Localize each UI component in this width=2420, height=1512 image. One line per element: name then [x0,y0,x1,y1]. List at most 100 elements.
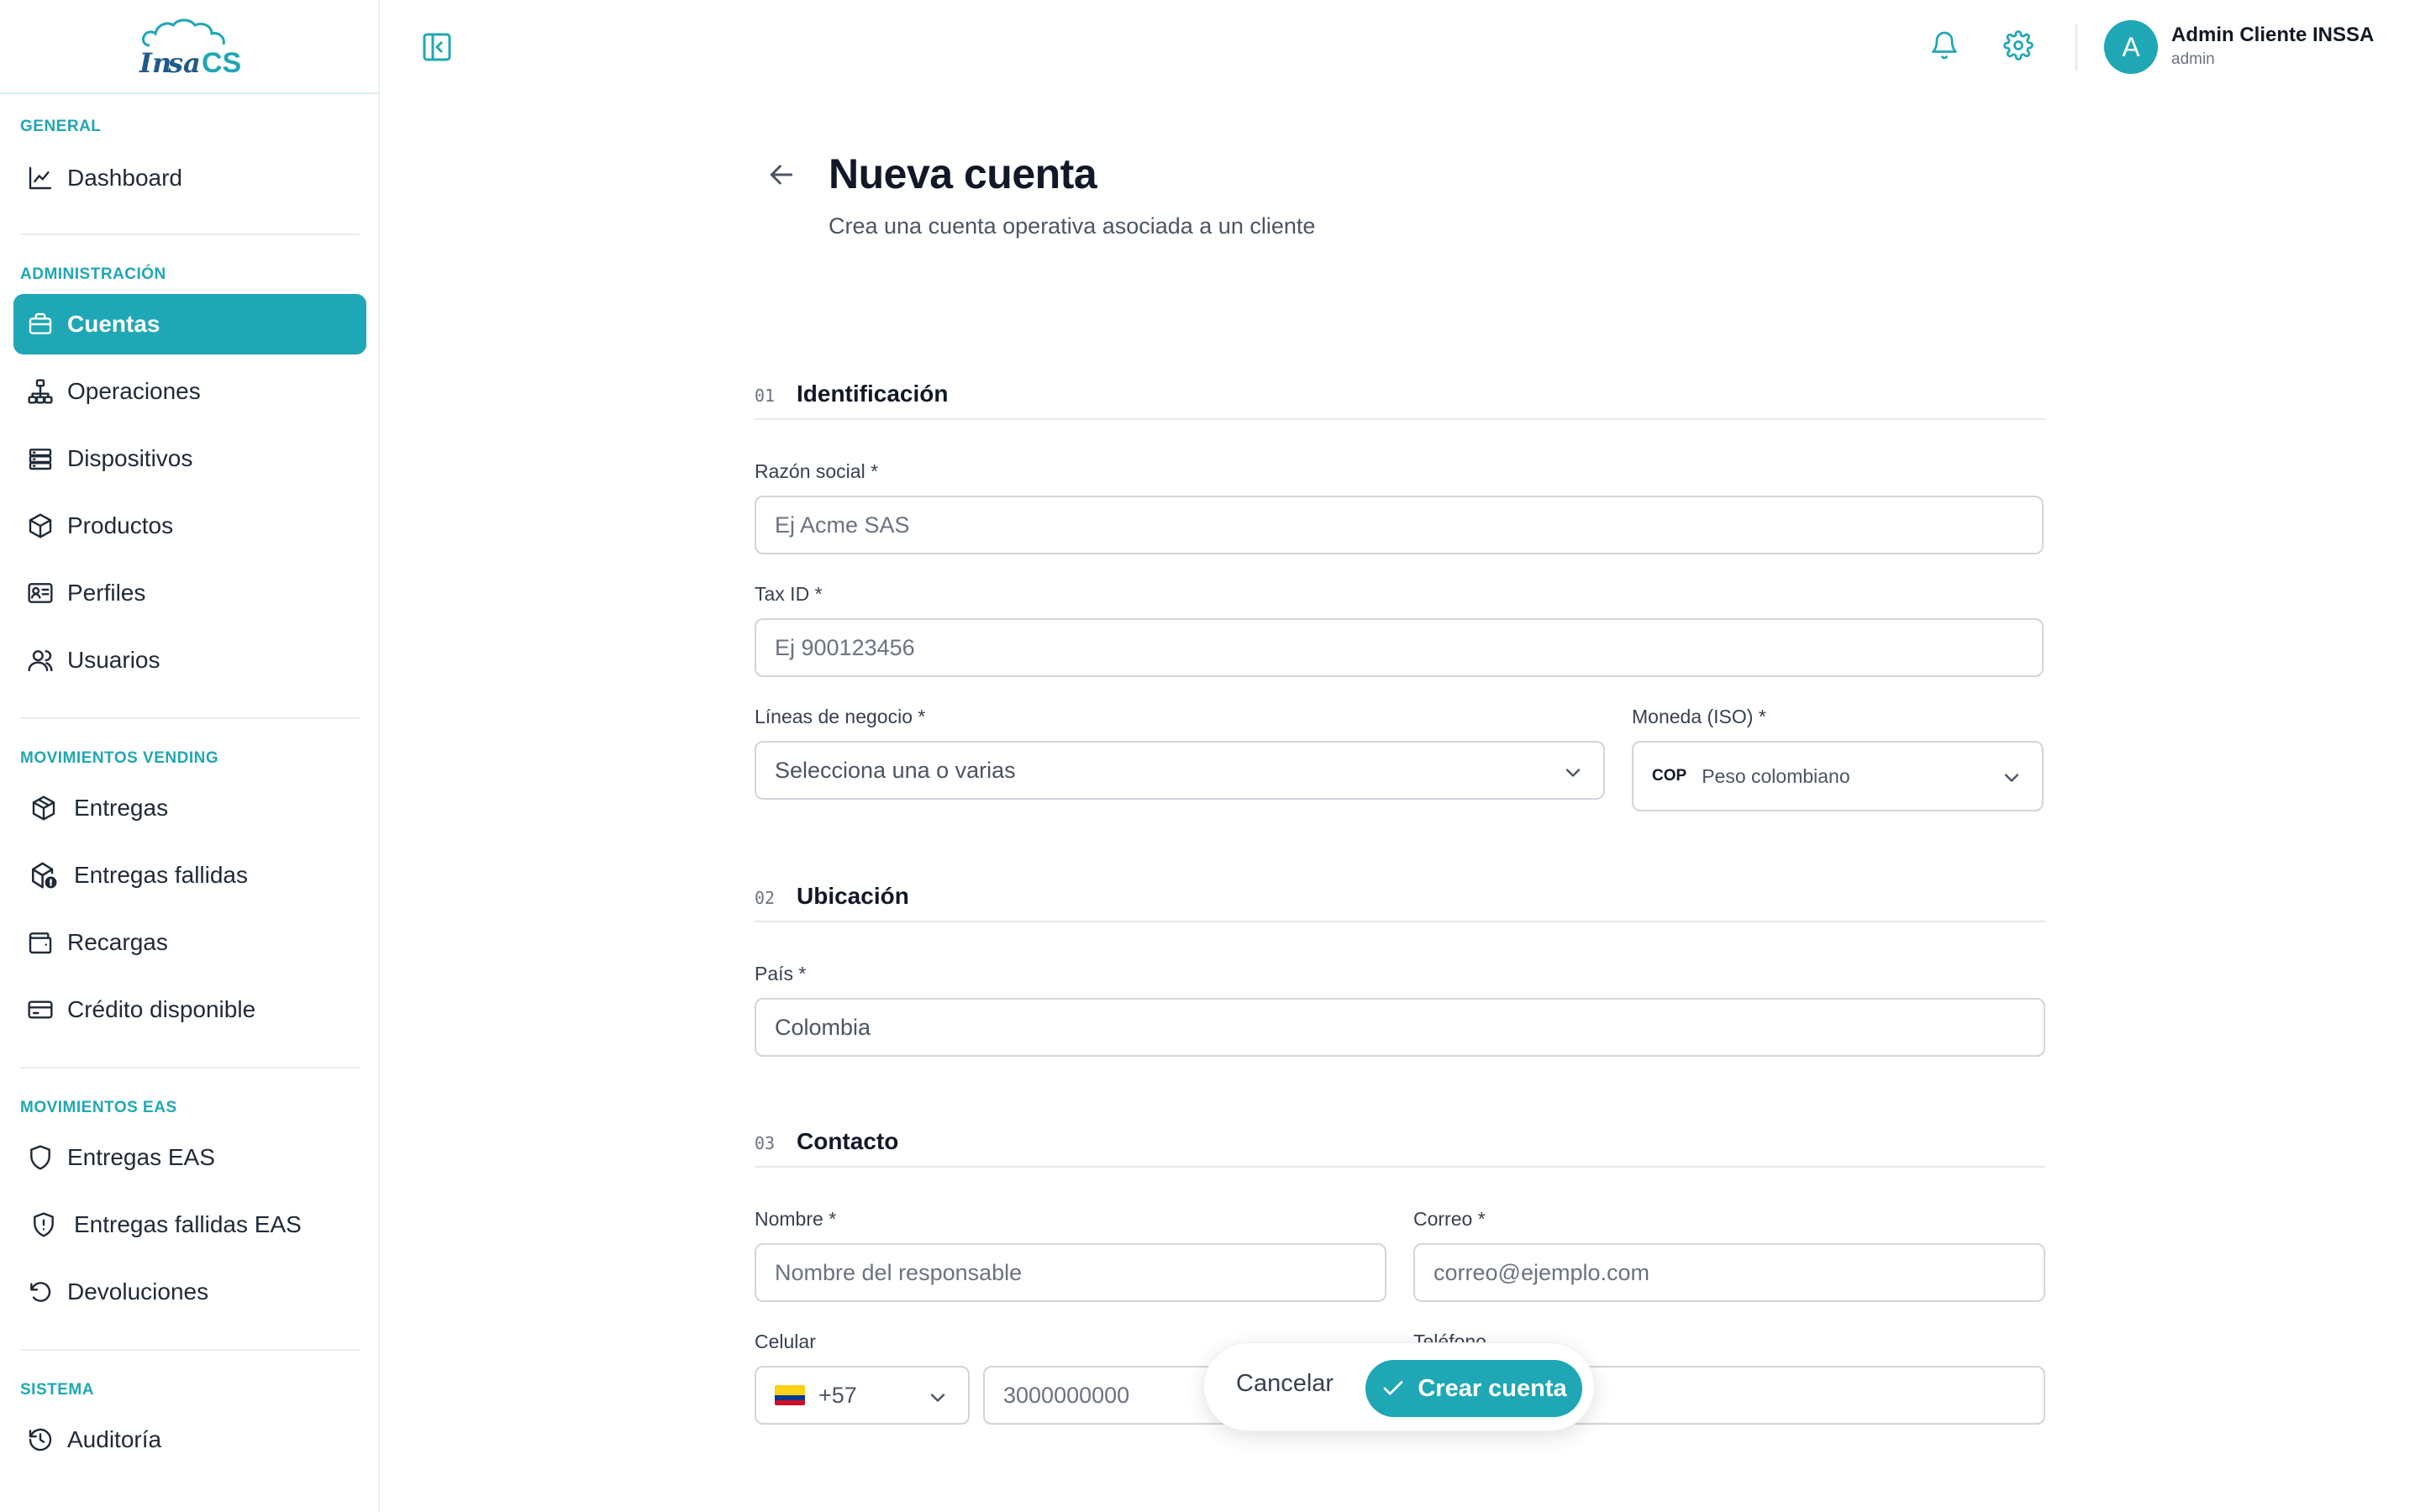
id-card-icon [13,563,67,623]
user-name[interactable]: Admin Cliente INSSA [2171,24,2374,47]
lineas-negocio-select[interactable]: Selecciona una o varias [755,741,1605,800]
sidebar-item-label: Entregas fallidas EAS [74,1211,302,1237]
dial-code-select[interactable]: +57 [755,1366,970,1425]
correo-input[interactable] [1434,1259,2025,1286]
sidebar-item-auditoria[interactable]: Auditoría [13,1410,366,1470]
sidebar-toggle-button[interactable] [420,30,454,64]
user-role: admin [2171,50,2215,68]
header-divider [2075,24,2077,71]
arrow-left-icon [770,165,793,185]
nav-divider [20,1067,360,1068]
sidebar-item-credito-disponible[interactable]: Crédito disponible [13,979,366,1040]
section-number: 01 [755,386,776,406]
briefcase-icon [13,294,67,354]
section-identificacion: 01 Identificación [755,370,2045,420]
sidebar-item-label: Productos [67,512,174,538]
sidebar-item-label: Entregas EAS [67,1144,215,1170]
section-title: Contacto [797,1128,899,1154]
svg-text:In: In [139,47,171,77]
pais-field[interactable]: Colombia [755,998,2045,1057]
tax-id-field[interactable] [755,618,2044,677]
sidebar-item-entregas-fallidas-eas[interactable]: Entregas fallidas EAS [13,1194,366,1255]
page-title: Nueva cuenta [829,150,1097,197]
currency-code: COP [1652,767,1687,785]
section-title: Identificación [797,381,949,407]
nav-section-movimientos-eas: MOVIMIENTOS EAS [20,1099,177,1116]
svg-text:sa: sa [167,47,201,77]
nav-section-administracion: ADMINISTRACIÓN [20,265,166,283]
colombia-flag-icon [775,1385,805,1405]
razon-social-label: Razón social * [755,460,879,482]
shield-alert-icon [13,1194,74,1255]
top-bar: A Admin Cliente INSSA admin [381,0,2420,94]
server-icon [13,428,67,489]
sidebar-item-label: Entregas [74,795,169,821]
avatar[interactable]: A [2104,20,2158,74]
box-icon [13,496,67,556]
sidebar-item-entregas[interactable]: Entregas [13,778,366,838]
sidebar-item-recargas[interactable]: Recargas [13,912,366,973]
svg-text:CS: CS [202,47,241,77]
section-contacto: 03 Contacto [755,1117,2045,1168]
sidebar-item-entregas-fallidas[interactable]: Entregas fallidas [13,845,366,906]
create-account-button[interactable]: Crear cuenta [1365,1360,1582,1417]
section-title: Ubicación [797,883,909,909]
shield-icon [13,1127,67,1188]
form-action-bar: Cancelar Crear cuenta [1203,1342,1595,1431]
nav-section-movimientos-vending: MOVIMIENTOS VENDING [20,749,219,767]
moneda-select[interactable]: COP Peso colombiano [1632,741,2044,811]
celular-label: Celular [755,1331,816,1352]
chevron-down-icon [1565,769,1581,777]
correo-field[interactable] [1413,1243,2045,1302]
create-account-label: Crear cuenta [1418,1374,1567,1402]
gear-icon [2003,30,2033,60]
sidebar-item-label: Auditoría [67,1426,162,1452]
app-logo[interactable]: In sa CS [0,0,378,94]
sidebar-item-entregas-eas[interactable]: Entregas EAS [13,1127,366,1188]
pais-value: Colombia [775,1014,871,1040]
section-number: 03 [755,1133,776,1153]
nombre-input[interactable] [775,1259,1366,1286]
sidebar: In sa CS GENERAL Dashboard ADMINISTRACIÓ… [0,0,380,1512]
pais-label: País * [755,963,807,984]
check-icon [1383,1381,1403,1395]
undo-icon [13,1262,67,1322]
sidebar-item-operaciones[interactable]: Operaciones [13,361,366,422]
sidebar-item-usuarios[interactable]: Usuarios [13,630,366,690]
nav-divider [20,234,360,235]
chevron-down-icon [930,1394,945,1402]
credit-card-icon [13,979,67,1040]
sidebar-item-devoluciones[interactable]: Devoluciones [13,1262,366,1322]
tax-id-input[interactable] [775,634,2023,661]
back-button[interactable] [765,158,798,192]
sidebar-item-dashboard[interactable]: Dashboard [13,148,366,208]
wallet-icon [13,912,67,973]
lineas-negocio-placeholder: Selecciona una o varias [775,757,1016,783]
sidebar-item-perfiles[interactable]: Perfiles [13,563,366,623]
bell-icon [1932,31,1957,60]
nombre-field[interactable] [755,1243,1386,1302]
cancel-button[interactable]: Cancelar [1236,1370,1334,1398]
dial-code-value: +57 [818,1382,857,1408]
notifications-button[interactable] [1929,30,1963,64]
page-subtitle: Crea una cuenta operativa asociada a un … [829,213,1316,239]
nav-divider [20,1349,360,1351]
settings-button[interactable] [2003,30,2037,64]
moneda-label: Moneda (ISO) * [1632,706,1766,727]
sidebar-item-label: Dashboard [67,165,182,191]
lineas-negocio-label: Líneas de negocio * [755,706,926,727]
sidebar-item-label: Usuarios [67,647,160,673]
razon-social-input[interactable] [775,512,2023,538]
sidebar-item-label: Operaciones [67,378,201,404]
cloud-logo-icon: In sa CS [139,18,241,77]
section-number: 02 [755,888,776,908]
sidebar-item-cuentas[interactable]: Cuentas [13,294,366,354]
sidebar-item-productos[interactable]: Productos [13,496,366,556]
razon-social-field[interactable] [755,496,2044,554]
currency-name: Peso colombiano [1702,764,1850,787]
history-icon [13,1410,67,1470]
sidebar-item-label: Cuentas [67,311,160,337]
sidebar-item-dispositivos[interactable]: Dispositivos [13,428,366,489]
sidebar-item-label: Devoluciones [67,1278,209,1305]
nav-section-general: GENERAL [20,118,102,135]
